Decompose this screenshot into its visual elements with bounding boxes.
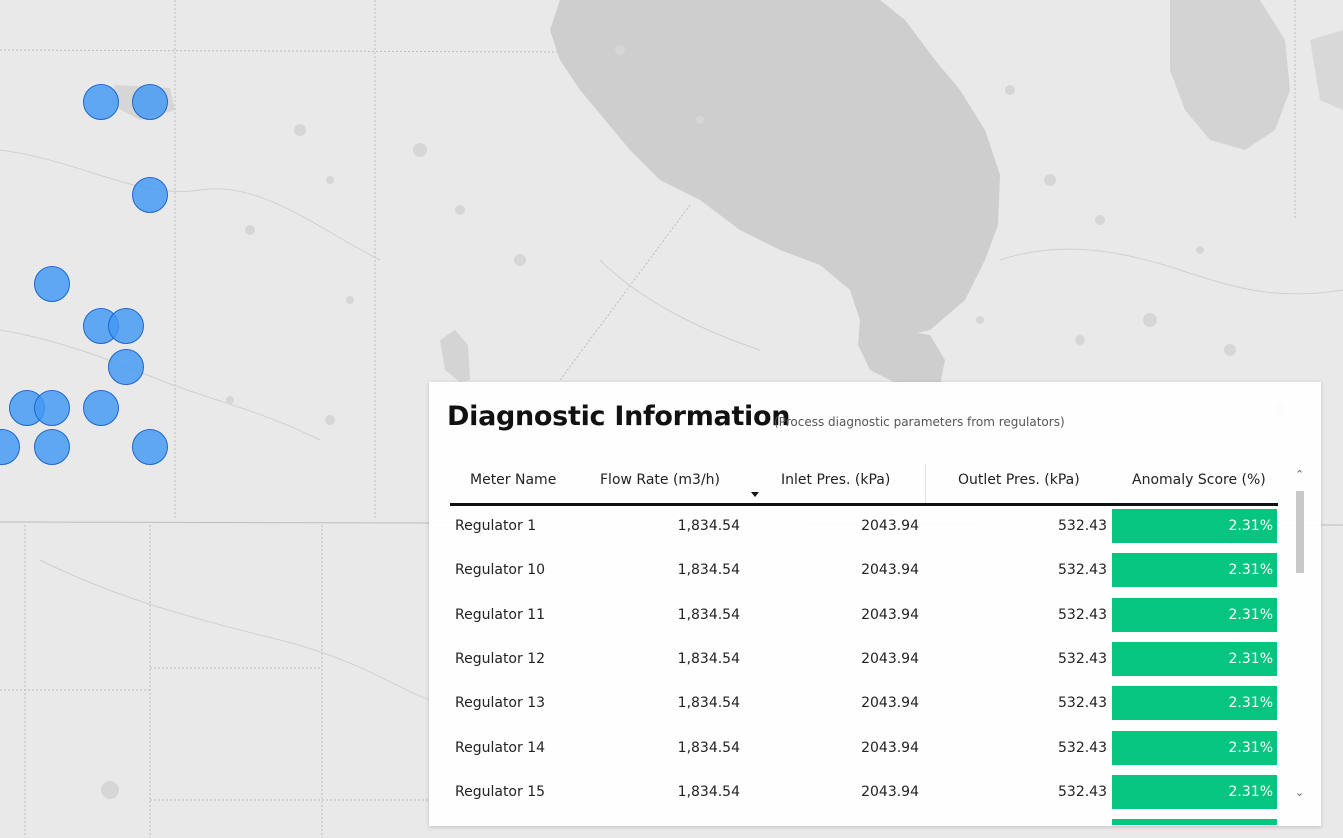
inlet-pressure-cell: 2043.94 <box>861 562 919 579</box>
outlet-pressure-cell: 532.43 <box>1058 562 1107 579</box>
map-marker[interactable] <box>108 308 144 344</box>
map-marker[interactable] <box>34 390 70 426</box>
flow-rate-cell: 1,834.54 <box>677 783 740 800</box>
map-marker[interactable] <box>83 390 119 426</box>
table-row[interactable]: Regulator 14 1,834.54 2043.94 532.43 2.31% <box>450 728 1278 772</box>
outlet-pressure-cell: 532.43 <box>1058 606 1107 623</box>
flow-rate-cell: 1,834.54 <box>677 739 740 756</box>
outlet-pressure-cell: 532.43 <box>1058 695 1107 712</box>
anomaly-score-cell: 2.31% <box>1112 686 1277 721</box>
diagnostic-panel: Diagnostic Information (Process diagnost… <box>429 382 1321 826</box>
map-marker[interactable] <box>132 429 168 465</box>
inlet-pressure-cell: 2043.94 <box>861 739 919 756</box>
inlet-pressure-cell: 2043.94 <box>861 783 919 800</box>
outlet-pressure-cell: 532.43 <box>1058 783 1107 800</box>
table-row[interactable]: Regulator 15 1,834.54 2043.94 532.43 2.31% <box>450 772 1278 816</box>
flow-rate-cell: 1,834.54 <box>677 650 740 667</box>
map-marker[interactable] <box>34 429 70 465</box>
panel-title: Diagnostic Information <box>447 401 791 432</box>
table-row[interactable]: Regulator 11 1,834.54 2043.94 532.43 2.31% <box>450 595 1278 639</box>
table-row[interactable]: Regulator 1 1,834.54 2043.94 532.43 2.31% <box>450 506 1278 550</box>
flow-rate-cell: 1,834.54 <box>677 562 740 579</box>
table-header: Meter Name Flow Rate (m3/h) Inlet Pres. … <box>450 464 1278 506</box>
table-row[interactable]: Regulator 10 1,834.54 2043.94 532.43 2.31% <box>450 550 1278 594</box>
anomaly-score-cell: 2.31% <box>1112 553 1277 588</box>
map-marker[interactable] <box>132 84 168 120</box>
map-marker[interactable] <box>132 177 168 213</box>
anomaly-score-cell: 2.31% <box>1112 641 1277 676</box>
meter-name-cell: Regulator 15 <box>455 783 546 800</box>
header-flow-rate[interactable]: Flow Rate (m3/h) <box>600 472 720 488</box>
chevron-up-icon[interactable]: ⌃ <box>1295 468 1304 481</box>
inlet-pressure-cell: 2043.94 <box>861 650 919 667</box>
header-anomaly-score[interactable]: Anomaly Score (%) <box>1132 472 1266 488</box>
table-row[interactable]: Regulator 12 1,834.54 2043.94 532.43 2.31% <box>450 639 1278 683</box>
chevron-down-icon[interactable]: ⌄ <box>1295 786 1304 799</box>
inlet-pressure-cell: 2043.94 <box>861 695 919 712</box>
meter-name-cell: Regulator 10 <box>455 562 546 579</box>
flow-rate-cell: 1,834.54 <box>677 695 740 712</box>
map-marker[interactable] <box>34 266 70 302</box>
outlet-pressure-cell: 532.43 <box>1058 650 1107 667</box>
header-meter-name[interactable]: Meter Name <box>470 472 556 488</box>
meter-name-cell: Regulator 12 <box>455 650 546 667</box>
anomaly-score-cell: 2.31% <box>1112 509 1277 543</box>
inlet-pressure-cell: 2043.94 <box>861 518 919 534</box>
panel-subtitle: (Process diagnostic parameters from regu… <box>774 415 1065 429</box>
meter-name-cell: Regulator 11 <box>455 606 546 623</box>
anomaly-score-cell <box>1112 819 1277 826</box>
caret-down-icon[interactable] <box>751 492 759 497</box>
anomaly-score-cell: 2.31% <box>1112 730 1277 765</box>
anomaly-score-cell: 2.31% <box>1112 774 1277 809</box>
outlet-pressure-cell: 532.43 <box>1058 518 1107 534</box>
column-divider[interactable] <box>925 464 926 503</box>
meter-name-cell: Regulator 14 <box>455 739 546 756</box>
meter-name-cell: Regulator 13 <box>455 695 546 712</box>
outlet-pressure-cell: 532.43 <box>1058 739 1107 756</box>
map-marker[interactable] <box>108 349 144 385</box>
scrollbar-thumb[interactable] <box>1296 491 1304 573</box>
flow-rate-cell: 1,834.54 <box>677 606 740 623</box>
flow-rate-cell: 1,834.54 <box>677 518 740 534</box>
table-row[interactable]: Regulator 13 1,834.54 2043.94 532.43 2.31% <box>450 683 1278 727</box>
header-inlet-pressure[interactable]: Inlet Pres. (kPa) <box>781 472 890 488</box>
meter-name-cell: Regulator 1 <box>455 518 537 534</box>
header-outlet-pressure[interactable]: Outlet Pres. (kPa) <box>958 472 1080 488</box>
map-marker[interactable] <box>83 84 119 120</box>
anomaly-score-cell: 2.31% <box>1112 597 1277 632</box>
inlet-pressure-cell: 2043.94 <box>861 606 919 623</box>
